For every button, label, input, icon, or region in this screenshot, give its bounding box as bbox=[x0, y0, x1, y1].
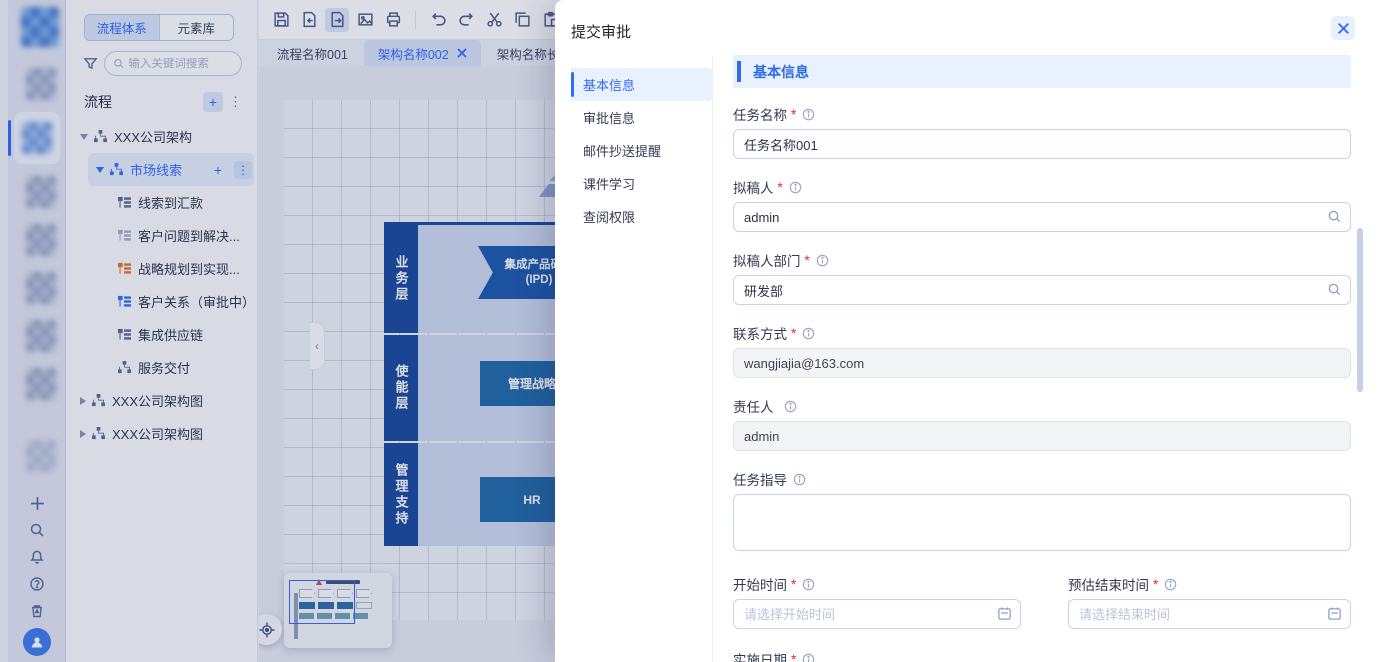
drawer-header: 提交审批 bbox=[555, 0, 1377, 55]
field-label: 拟稿人 bbox=[733, 177, 774, 197]
drafter-dept-input[interactable] bbox=[733, 275, 1351, 305]
field-label: 实施日期 bbox=[733, 649, 787, 662]
field-start-time: 开始时间 * bbox=[733, 575, 1021, 629]
end-time-input[interactable] bbox=[1068, 599, 1351, 629]
drawer-scrollbar-thumb[interactable] bbox=[1357, 228, 1363, 392]
drafter-input[interactable] bbox=[733, 202, 1351, 232]
field-contact: 联系方式 * bbox=[733, 324, 1351, 378]
info-icon[interactable] bbox=[802, 327, 815, 340]
drawer-form: 基本信息 任务名称 * 拟稿人 * bbox=[713, 55, 1377, 662]
field-drafter: 拟稿人 * bbox=[733, 178, 1351, 232]
field-label: 任务指导 bbox=[733, 469, 787, 489]
info-icon[interactable] bbox=[802, 108, 815, 121]
field-label: 开始时间 bbox=[733, 574, 787, 594]
field-label: 联系方式 bbox=[733, 323, 787, 343]
required-mark: * bbox=[791, 577, 796, 592]
menu-item-approval-info[interactable]: 审批信息 bbox=[571, 101, 712, 134]
info-icon[interactable] bbox=[793, 473, 806, 486]
field-owner: 责任人 bbox=[733, 397, 1351, 451]
app-root: 流程体系 元素库 流程 + ⋮ bbox=[0, 0, 1377, 662]
start-time-input[interactable] bbox=[733, 599, 1021, 629]
submit-approval-drawer: 提交审批 基本信息 审批信息 邮件抄送提醒 课件学习 查阅权限 基本信息 任务名… bbox=[555, 0, 1377, 662]
task-guide-textarea[interactable] bbox=[733, 494, 1351, 551]
menu-item-view-permission[interactable]: 查阅权限 bbox=[571, 200, 712, 233]
field-impl-date: 实施日期 * bbox=[733, 650, 1351, 662]
required-mark: * bbox=[791, 107, 796, 122]
menu-item-basic-info[interactable]: 基本信息 bbox=[571, 68, 712, 101]
field-task-name: 任务名称 * bbox=[733, 105, 1351, 159]
info-icon[interactable] bbox=[802, 578, 815, 591]
section-title: 基本信息 bbox=[753, 62, 809, 82]
required-mark: * bbox=[791, 652, 796, 662]
owner-input bbox=[733, 421, 1351, 451]
info-icon[interactable] bbox=[816, 254, 829, 267]
section-header-basic-info: 基本信息 bbox=[733, 55, 1351, 88]
section-accent-bar bbox=[737, 61, 741, 82]
field-drafter-dept: 拟稿人部门 * bbox=[733, 251, 1351, 305]
info-icon[interactable] bbox=[789, 181, 802, 194]
menu-item-email-cc[interactable]: 邮件抄送提醒 bbox=[571, 134, 712, 167]
menu-item-courseware[interactable]: 课件学习 bbox=[571, 167, 712, 200]
info-icon[interactable] bbox=[1164, 578, 1177, 591]
field-task-guide: 任务指导 bbox=[733, 470, 1351, 556]
close-icon[interactable] bbox=[1331, 16, 1355, 40]
field-label: 预估结束时间 bbox=[1068, 574, 1149, 594]
contact-input bbox=[733, 348, 1351, 378]
drawer-body: 基本信息 审批信息 邮件抄送提醒 课件学习 查阅权限 基本信息 任务名称 * bbox=[555, 55, 1377, 662]
task-name-input[interactable] bbox=[733, 129, 1351, 159]
required-mark: * bbox=[1153, 577, 1158, 592]
required-mark: * bbox=[805, 253, 810, 268]
required-mark: * bbox=[791, 326, 796, 341]
required-mark: * bbox=[778, 180, 783, 195]
date-fields-row: 开始时间 * 预估结束时间 * bbox=[733, 575, 1351, 629]
field-label: 责任人 bbox=[733, 396, 774, 416]
drawer-menu: 基本信息 审批信息 邮件抄送提醒 课件学习 查阅权限 bbox=[555, 55, 713, 662]
drawer-title: 提交审批 bbox=[571, 21, 631, 42]
info-icon[interactable] bbox=[802, 653, 815, 662]
field-label: 拟稿人部门 bbox=[733, 250, 801, 270]
info-icon[interactable] bbox=[784, 400, 797, 413]
field-end-time: 预估结束时间 * bbox=[1068, 575, 1351, 629]
field-label: 任务名称 bbox=[733, 104, 787, 124]
